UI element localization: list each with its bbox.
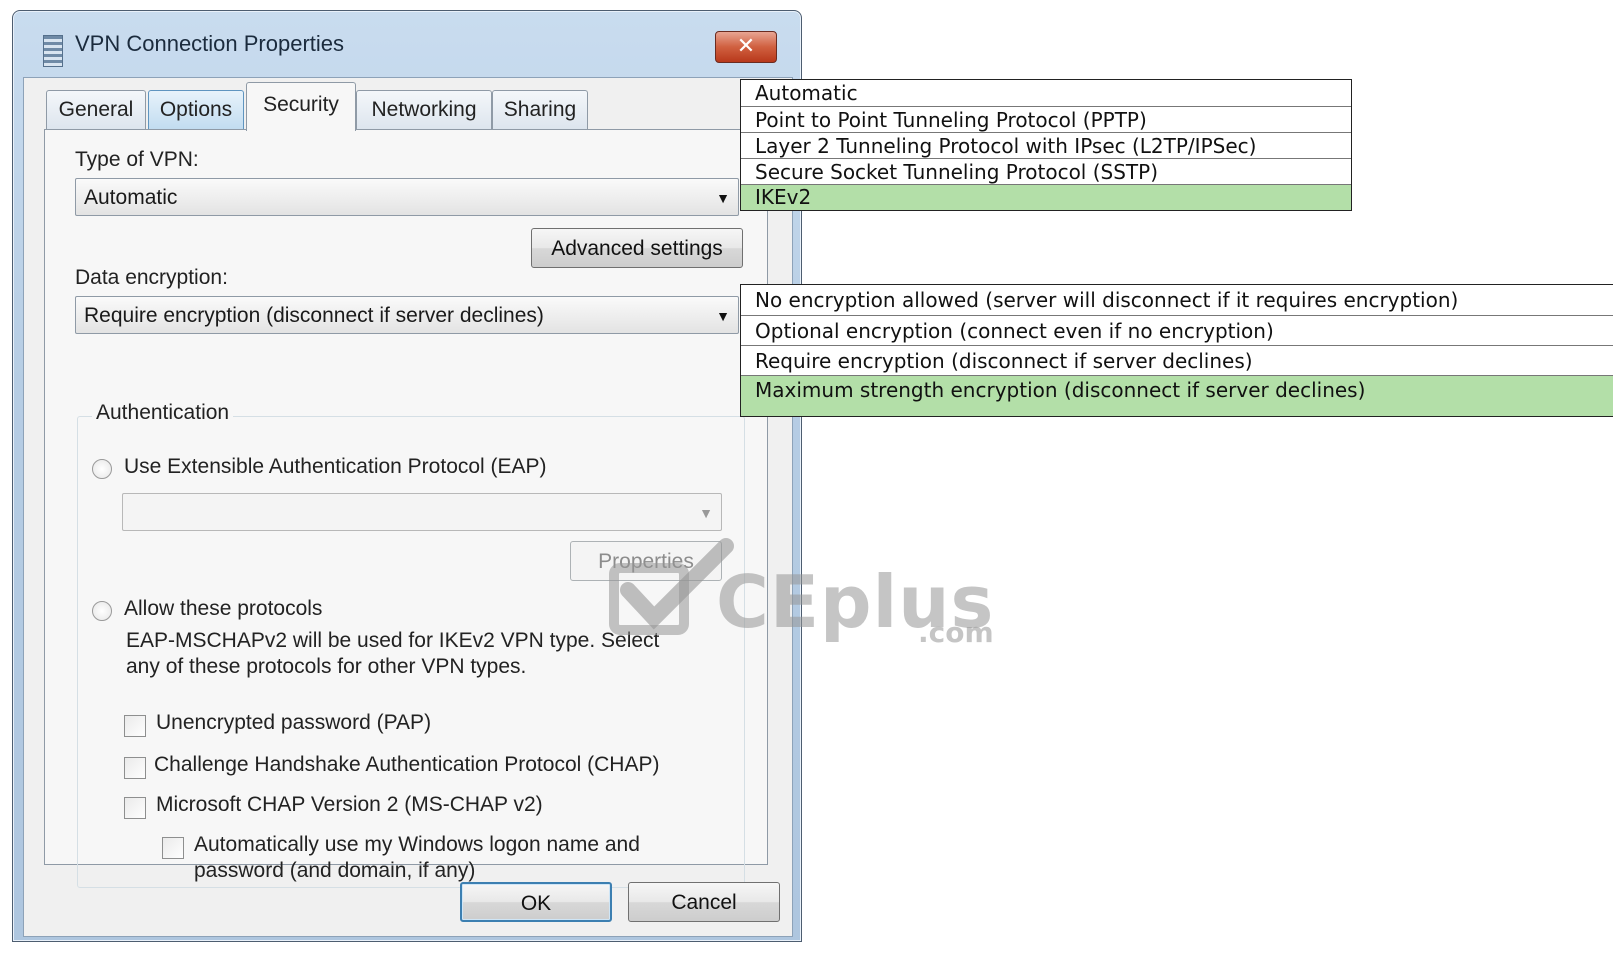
eap-radio[interactable]	[92, 459, 112, 479]
tab-networking[interactable]: Networking	[356, 90, 492, 129]
vpn-option-sstp[interactable]: Secure Socket Tunneling Protocol (SSTP)	[741, 159, 1351, 185]
encryption-option-maximum[interactable]: Maximum strength encryption (disconnect …	[741, 376, 1613, 416]
ok-button[interactable]: OK	[460, 882, 612, 922]
close-button[interactable]: ✕	[715, 31, 777, 63]
eap-radio-label[interactable]: Use Extensible Authentication Protocol (…	[124, 455, 547, 479]
pap-checkbox[interactable]	[124, 715, 146, 737]
chevron-down-icon: ▼	[699, 505, 713, 521]
vpn-option-l2tp[interactable]: Layer 2 Tunneling Protocol with IPsec (L…	[741, 133, 1351, 159]
cancel-button[interactable]: Cancel	[628, 882, 780, 922]
allow-protocols-radio[interactable]	[92, 601, 112, 621]
vpn-option-ikev2[interactable]: IKEv2	[741, 185, 1351, 210]
chap-checkbox[interactable]	[124, 757, 146, 779]
security-tab-panel: Type of VPN: Automatic ▼ Advanced settin…	[44, 129, 768, 888]
authentication-group-title: Authentication	[92, 401, 234, 425]
vpn-type-select[interactable]: Automatic ▼	[75, 178, 739, 216]
data-encryption-value: Require encryption (disconnect if server…	[84, 304, 544, 327]
encryption-option-none[interactable]: No encryption allowed (server will disco…	[741, 285, 1613, 316]
chap-checkbox-label[interactable]: Challenge Handshake Authentication Proto…	[154, 753, 659, 777]
network-connection-icon	[43, 35, 63, 67]
auto-logon-label-line2[interactable]: password (and domain, if any)	[194, 859, 475, 883]
watermark-suffix: .com	[918, 616, 994, 649]
allow-protocols-note-line2: any of these protocols for other VPN typ…	[126, 655, 527, 678]
title-bar[interactable]: VPN Connection Properties ✕	[13, 11, 801, 77]
properties-button[interactable]: Properties	[570, 541, 722, 581]
window-title: VPN Connection Properties	[75, 31, 345, 56]
tab-general[interactable]: General	[46, 90, 146, 129]
vpn-option-pptp[interactable]: Point to Point Tunneling Protocol (PPTP)	[741, 107, 1351, 133]
mschapv2-checkbox[interactable]	[124, 797, 146, 819]
vpn-properties-dialog: VPN Connection Properties ✕ General Opti…	[12, 10, 802, 942]
mschapv2-checkbox-label[interactable]: Microsoft CHAP Version 2 (MS-CHAP v2)	[156, 793, 543, 817]
data-encryption-label: Data encryption:	[75, 266, 228, 289]
encryption-option-optional[interactable]: Optional encryption (connect even if no …	[741, 316, 1613, 346]
vpn-option-automatic[interactable]: Automatic	[741, 80, 1351, 107]
data-encryption-select[interactable]: Require encryption (disconnect if server…	[75, 296, 739, 334]
vpn-type-dropdown-list: Automatic Point to Point Tunneling Proto…	[740, 79, 1352, 211]
advanced-settings-button[interactable]: Advanced settings	[531, 228, 743, 268]
chevron-down-icon: ▼	[716, 308, 730, 324]
authentication-groupbox: Authentication Use Extensible Authentica…	[77, 401, 745, 888]
dialog-client-area: General Options Security Networking Shar…	[23, 77, 793, 937]
pap-checkbox-label[interactable]: Unencrypted password (PAP)	[156, 711, 431, 735]
auto-logon-label-line1[interactable]: Automatically use my Windows logon name …	[194, 833, 640, 857]
tab-sharing[interactable]: Sharing	[492, 90, 588, 129]
allow-protocols-label[interactable]: Allow these protocols	[124, 597, 322, 621]
eap-method-select[interactable]: ▼	[122, 493, 722, 531]
chevron-down-icon: ▼	[716, 190, 730, 206]
encryption-dropdown-list: No encryption allowed (server will disco…	[740, 284, 1613, 417]
tab-options[interactable]: Options	[148, 90, 244, 129]
encryption-option-require[interactable]: Require encryption (disconnect if server…	[741, 346, 1613, 376]
vpn-type-label: Type of VPN:	[75, 148, 199, 171]
tab-security[interactable]: Security	[246, 82, 356, 131]
auto-logon-checkbox[interactable]	[162, 837, 184, 859]
vpn-type-value: Automatic	[84, 186, 178, 209]
allow-protocols-note-line1: EAP-MSCHAPv2 will be used for IKEv2 VPN …	[126, 629, 660, 652]
